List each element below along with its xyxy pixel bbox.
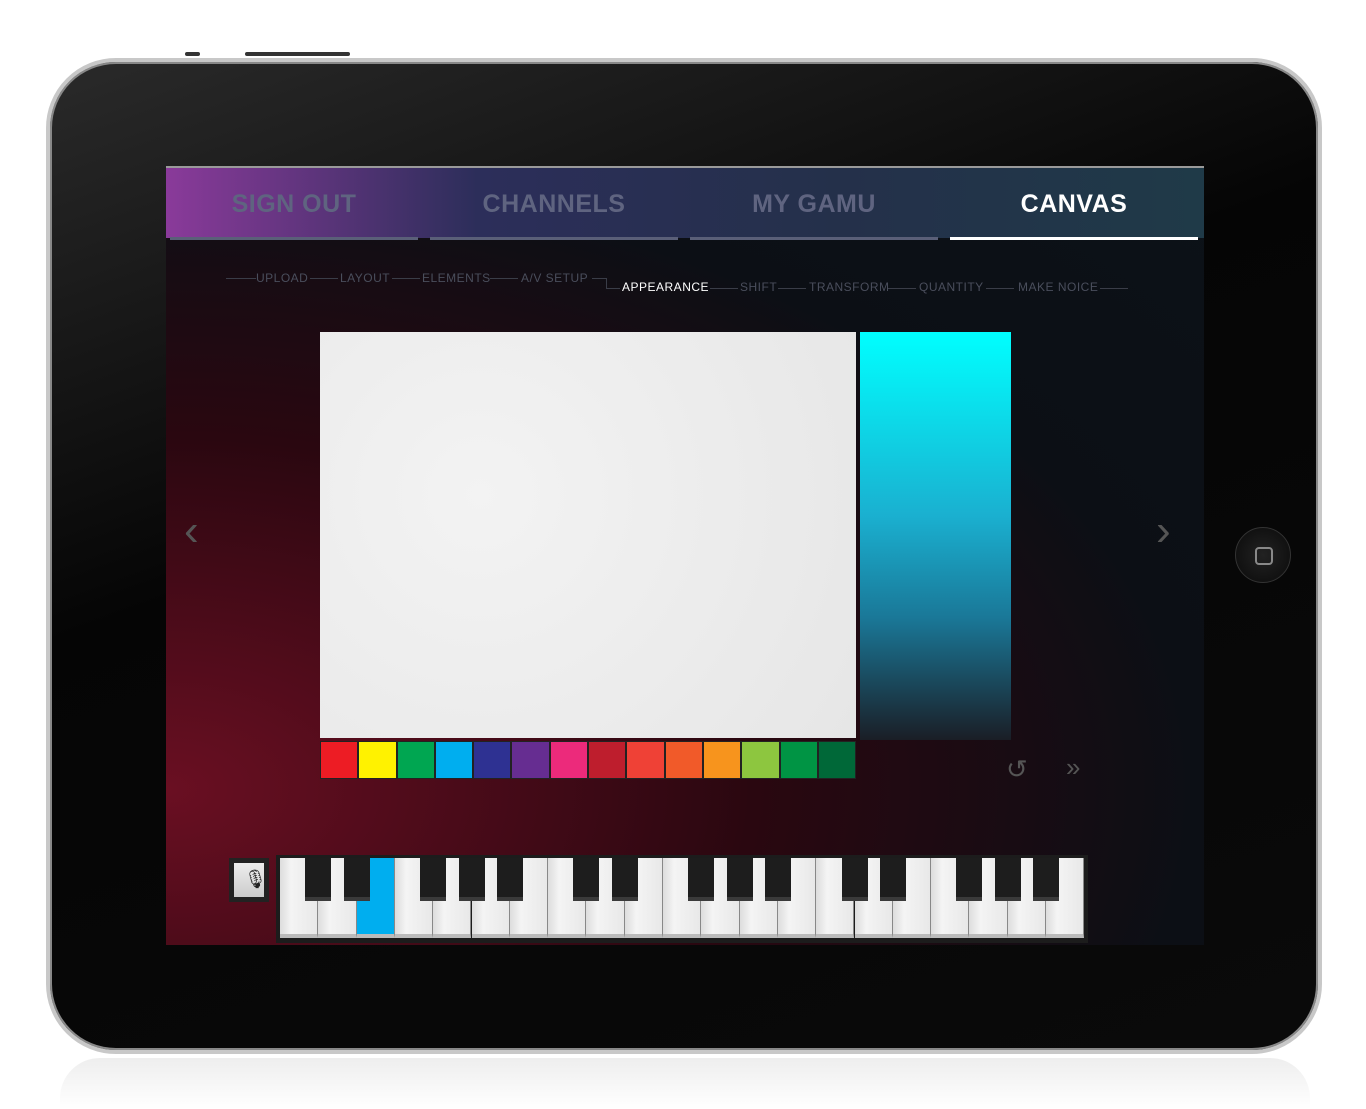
screen: SIGN OUT CHANNELS MY GAMU CANVAS UPLOAD … [166, 166, 1204, 945]
tab-canvas[interactable]: CANVAS [950, 168, 1198, 240]
microphone-button[interactable]: 🎙 [229, 858, 269, 902]
piano-black-key[interactable] [764, 858, 791, 901]
piano-black-key[interactable] [956, 858, 983, 901]
rotate-ccw-icon[interactable]: ↺ [1006, 754, 1028, 785]
piano-black-key[interactable] [879, 858, 906, 901]
piano-black-key[interactable] [611, 858, 638, 901]
color-swatch[interactable] [320, 741, 359, 779]
color-swatch[interactable] [664, 741, 703, 779]
step-shift[interactable]: SHIFT [740, 280, 777, 294]
step-make-noice[interactable]: MAKE NOICE [1018, 280, 1098, 294]
color-swatch[interactable] [396, 741, 435, 779]
color-swatch[interactable] [702, 741, 742, 779]
color-swatch[interactable] [358, 741, 397, 779]
piano-black-key[interactable] [343, 858, 370, 901]
piano-black-key[interactable] [726, 858, 753, 901]
piano-black-key[interactable] [420, 858, 447, 901]
step-layout[interactable]: LAYOUT [340, 271, 390, 285]
color-swatch[interactable] [473, 741, 512, 779]
device-button [185, 52, 200, 56]
color-swatch[interactable] [817, 741, 857, 779]
step-upload[interactable]: UPLOAD [256, 271, 308, 285]
piano-black-key[interactable] [841, 858, 868, 901]
piano-black-key[interactable] [305, 858, 332, 901]
device-reflection [60, 1058, 1310, 1109]
color-swatch[interactable] [779, 741, 818, 779]
home-square-icon [1255, 547, 1273, 565]
color-swatch[interactable] [511, 741, 550, 779]
piano-black-key[interactable] [994, 858, 1021, 901]
chevron-right-icon[interactable]: › [1156, 506, 1171, 556]
color-swatch[interactable] [626, 741, 665, 779]
home-button[interactable] [1235, 527, 1291, 583]
piano-black-key[interactable] [1033, 858, 1059, 901]
tab-channels[interactable]: CHANNELS [430, 168, 678, 240]
piano-black-key[interactable] [458, 858, 485, 901]
piano-black-key[interactable] [688, 858, 715, 901]
volume-button [245, 52, 350, 56]
top-tabs: SIGN OUT CHANNELS MY GAMU CANVAS [166, 166, 1204, 240]
color-swatches [320, 741, 857, 779]
color-swatch[interactable] [434, 741, 474, 779]
piano-black-key[interactable] [496, 858, 523, 901]
step-transform[interactable]: TRANSFORM [809, 280, 890, 294]
chevron-left-icon[interactable]: ‹ [184, 506, 199, 556]
tab-sign-out[interactable]: SIGN OUT [170, 168, 418, 240]
tab-my-gamu[interactable]: MY GAMU [690, 168, 938, 240]
drawing-canvas[interactable] [320, 332, 856, 738]
color-swatch[interactable] [549, 741, 589, 779]
microphone-icon: 🎙 [244, 869, 267, 889]
piano-black-key[interactable] [573, 858, 600, 901]
color-shade-picker[interactable] [860, 332, 1011, 740]
step-elements[interactable]: ELEMENTS [422, 271, 491, 285]
step-av-setup[interactable]: A/V SETUP [521, 271, 588, 285]
double-chevron-right-icon[interactable]: » [1066, 752, 1080, 783]
step-quantity[interactable]: QUANTITY [919, 280, 984, 294]
step-appearance[interactable]: APPEARANCE [622, 280, 709, 294]
piano-keyboard [276, 855, 1088, 943]
step-progress: UPLOAD LAYOUT ELEMENTS A/V SETUP APPEARA… [166, 266, 1204, 306]
color-swatch[interactable] [588, 741, 627, 779]
color-swatch[interactable] [741, 741, 780, 779]
